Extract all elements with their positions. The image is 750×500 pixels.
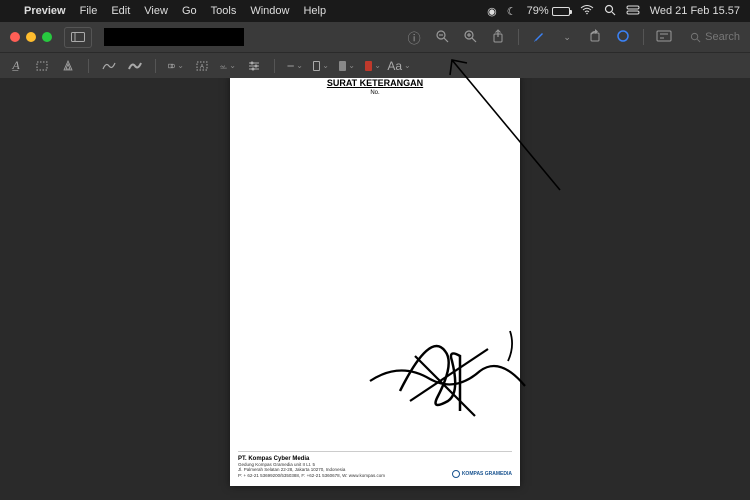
company-logo: KOMPAS GRAMEDIA: [452, 470, 512, 478]
text-style-tool[interactable]: Aa⌄: [391, 59, 407, 73]
document-subheading: No.: [230, 90, 520, 96]
text-tool[interactable]: A: [194, 61, 210, 71]
traffic-lights: [10, 32, 52, 42]
menu-edit[interactable]: Edit: [111, 5, 130, 17]
rectangle-selection-tool[interactable]: [34, 61, 50, 71]
text-selection-tool[interactable]: A̲: [8, 58, 24, 73]
adjust-color-tool[interactable]: [246, 61, 262, 71]
menu-bar: Preview File Edit View Go Tools Window H…: [0, 0, 750, 22]
border-color-tool[interactable]: ⌄: [313, 61, 329, 71]
control-center-icon[interactable]: [626, 5, 640, 18]
info-icon[interactable]: ⓘ: [406, 28, 422, 47]
sidebar-toggle-button[interactable]: [64, 27, 92, 48]
markup-toggle-icon[interactable]: [531, 29, 547, 46]
rotate-icon[interactable]: [587, 29, 603, 46]
fill-color-tool[interactable]: ⌄: [339, 61, 355, 71]
menu-go[interactable]: Go: [182, 5, 197, 17]
markup-dropdown-icon[interactable]: ⌄: [559, 32, 575, 43]
markup-toolbar: A̲ ⌄ A ⌄ ⌄ ⌄ ⌄ ⌄ Aa⌄: [0, 52, 750, 78]
close-button[interactable]: [10, 32, 20, 42]
document-heading: SURAT KETERANGAN: [230, 78, 520, 88]
zoom-out-icon[interactable]: [434, 29, 450, 46]
status-icon[interactable]: ◉: [487, 5, 497, 18]
svg-text:A: A: [200, 64, 204, 70]
window-titlebar: ⓘ ⌄ Search: [0, 22, 750, 52]
menu-tools[interactable]: Tools: [211, 5, 237, 17]
document-footer: PT. Kompas Cyber Media Gedung Kompas Gra…: [238, 451, 512, 478]
stroke-color-tool[interactable]: ⌄: [365, 61, 381, 71]
do-not-disturb-icon[interactable]: ☾: [507, 5, 517, 18]
document-title-redacted: [104, 28, 244, 46]
document-page[interactable]: SURAT KETERANGAN No. PT. Kompas Cyber Me…: [230, 78, 520, 486]
draw-tool[interactable]: [127, 61, 143, 71]
sign-tool[interactable]: ⌄: [220, 61, 236, 71]
share-icon[interactable]: [490, 29, 506, 46]
line-style-tool[interactable]: ⌄: [287, 61, 303, 70]
search-icon[interactable]: [604, 4, 616, 19]
highlight-icon[interactable]: [615, 29, 631, 46]
app-name[interactable]: Preview: [24, 5, 66, 17]
datetime[interactable]: Wed 21 Feb 15.57: [650, 5, 740, 17]
instant-alpha-tool[interactable]: [60, 60, 76, 72]
search-field[interactable]: Search: [690, 31, 740, 43]
address-line: P: + 62-21 53699200/5350388, F: +62-21 5…: [238, 473, 385, 478]
wifi-icon[interactable]: [580, 5, 594, 18]
globe-icon: [452, 470, 460, 478]
sketch-tool[interactable]: [101, 61, 117, 71]
battery-icon: [552, 7, 570, 16]
zoom-in-icon[interactable]: [462, 29, 478, 46]
minimize-button[interactable]: [26, 32, 36, 42]
battery-status[interactable]: 79%: [527, 5, 570, 17]
signature-drawing[interactable]: [360, 301, 530, 431]
shapes-tool[interactable]: ⌄: [168, 60, 184, 72]
menu-help[interactable]: Help: [303, 5, 326, 17]
menu-view[interactable]: View: [144, 5, 168, 17]
menu-file[interactable]: File: [80, 5, 98, 17]
menu-window[interactable]: Window: [250, 5, 289, 17]
form-icon[interactable]: [656, 30, 672, 45]
maximize-button[interactable]: [42, 32, 52, 42]
document-canvas[interactable]: SURAT KETERANGAN No. PT. Kompas Cyber Me…: [0, 78, 750, 500]
